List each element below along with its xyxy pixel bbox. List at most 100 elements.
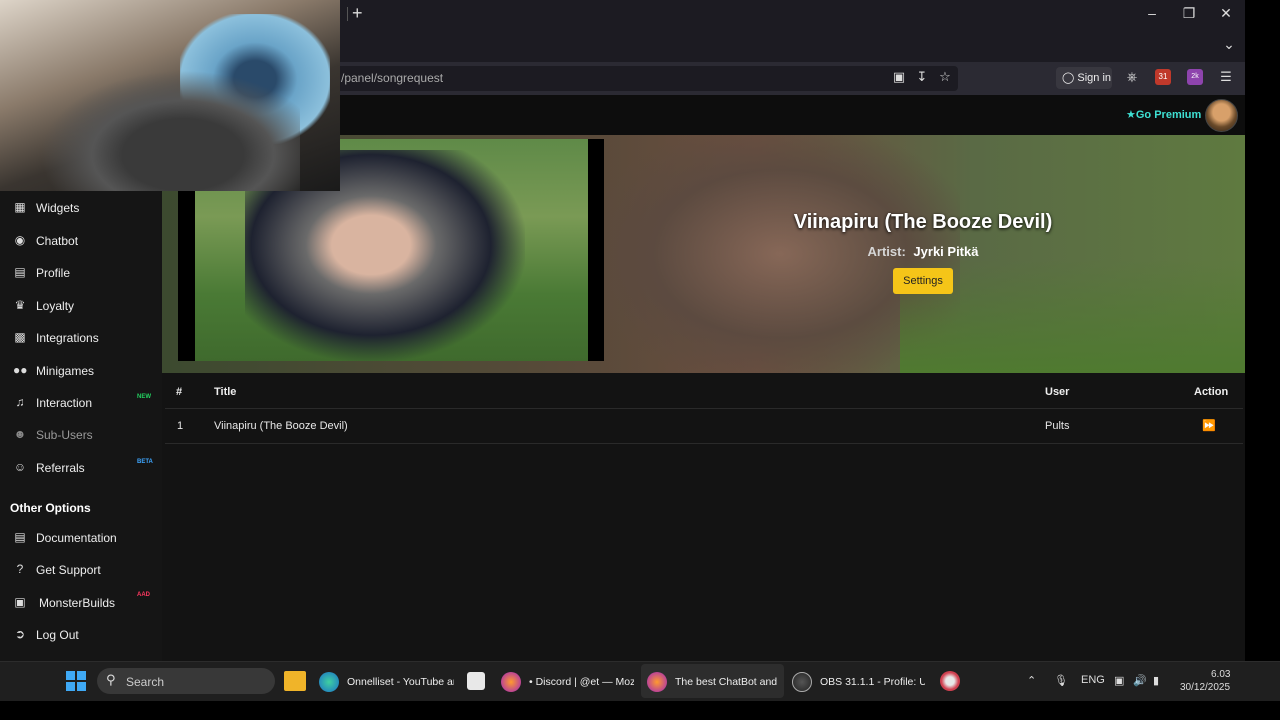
microsoft-store-icon[interactable]: [467, 672, 485, 690]
taskbar-app-edge[interactable]: Onnelliset - YouTube an: [319, 668, 454, 696]
speaker-icon[interactable]: 🔊: [1133, 674, 1147, 687]
windows-start-icon[interactable]: [66, 671, 86, 691]
microphone-icon[interactable]: 🎙: [1054, 674, 1068, 687]
chevron-up-icon[interactable]: ⌃: [1027, 674, 1036, 687]
taskbar-search-box[interactable]: [97, 668, 275, 694]
artist-line: Artist: Jyrki Pitkä: [700, 244, 1146, 259]
go-premium-label: Go Premium: [1135, 109, 1202, 121]
sidebar-item-label: Minigames: [36, 364, 95, 378]
sidebar-item-loyalty[interactable]: ♛ Loyalty: [0, 291, 162, 321]
sidebar-item-label: Loyalty: [36, 299, 75, 313]
taskbar-app-title: • Discord | @et — Mozil: [529, 676, 634, 688]
settings-button[interactable]: Settings: [893, 268, 953, 294]
other-options-heading: Other Options: [10, 501, 91, 515]
new-badge: NEW: [137, 394, 151, 400]
sidebar-item-label: Interaction: [36, 396, 93, 410]
pinned-app-icon[interactable]: [940, 671, 960, 691]
sidebar-item-profile[interactable]: ▤ Profile: [0, 258, 162, 288]
aad-badge: AAD: [137, 592, 150, 598]
sidebar-item-minigames[interactable]: ●● Minigames: [0, 356, 162, 386]
tab-separator: [347, 7, 348, 21]
taskbar-app-title: Onnelliset - YouTube an: [347, 676, 454, 688]
gamepad-icon: ●●: [13, 363, 28, 377]
network-icon[interactable]: ▣: [1114, 674, 1124, 687]
close-icon[interactable]: ✕: [1216, 4, 1236, 22]
download-icon[interactable]: ↧: [914, 69, 930, 85]
sidebar-item-widgets[interactable]: ▦ Widgets: [0, 193, 162, 223]
file-explorer-icon[interactable]: [284, 671, 306, 691]
beta-badge: BETA: [137, 459, 153, 465]
firefox-icon: [647, 672, 667, 692]
language-indicator[interactable]: ENG: [1081, 674, 1105, 686]
column-header-number: #: [176, 386, 183, 398]
avatar[interactable]: [1205, 99, 1238, 132]
url-text[interactable]: /panel/songrequest: [341, 71, 443, 85]
sidebar-item-referrals[interactable]: ☺ Referrals BETA: [0, 453, 162, 483]
column-header-action: Action: [1194, 386, 1229, 398]
taskbar-app-firefox-discord[interactable]: • Discord | @et — Mozil: [501, 668, 636, 696]
table-row: 1 Viinapiru (The Booze Devil) Pults: [165, 409, 1243, 443]
skip-forward-icon[interactable]: ⏩: [1202, 419, 1216, 433]
trophy-icon: ♛: [14, 298, 26, 312]
notification-extension-icon[interactable]: 31: [1155, 69, 1171, 85]
sidebar-item-get-support[interactable]: ? Get Support: [0, 555, 162, 585]
menu-icon[interactable]: ☰: [1218, 69, 1234, 85]
webcam-person: [40, 70, 300, 191]
extension-badge: 2k: [1191, 73, 1199, 80]
artist-label: Artist:: [867, 244, 906, 259]
table-row-divider: [165, 443, 1243, 444]
sidebar-item-label: Profile: [36, 266, 71, 280]
question-icon: ?: [16, 562, 24, 576]
obs-icon: [792, 672, 812, 692]
row-title: Viinapiru (The Booze Devil): [214, 420, 348, 432]
sidebar-item-label: Integrations: [36, 331, 99, 345]
sidebar-item-label: MonsterBuilds: [39, 596, 116, 610]
notification-count: 31: [1158, 72, 1168, 81]
edge-icon: [319, 672, 339, 692]
sidebar-item-chatbot[interactable]: ◉ Chatbot: [0, 226, 162, 256]
taskbar-app-obs[interactable]: OBS 31.1.1 - Profile: Unti: [792, 668, 927, 696]
sidebar-item-label: Chatbot: [36, 234, 79, 248]
sidebar-item-monsterbuilds[interactable]: ▣ MonsterBuilds AAD: [0, 588, 162, 618]
picture-in-picture-icon[interactable]: ▣: [891, 69, 907, 85]
row-user: Pults: [1045, 420, 1070, 432]
scroll-icon: ▤: [14, 530, 26, 544]
taskbar-app-firefox-chatbot[interactable]: The best ChatBot and W: [647, 668, 782, 696]
taskbar-app-title: The best ChatBot and W: [675, 676, 780, 688]
sign-in-button[interactable]: ◯ Sign in: [1056, 67, 1112, 89]
sidebar-item-label: Referrals: [36, 461, 85, 475]
sidebar-item-documentation[interactable]: ▤ Documentation: [0, 523, 162, 553]
screen-border: [0, 701, 1280, 720]
plug-icon: ▩: [14, 330, 26, 344]
sidebar-item-label: Widgets: [36, 201, 80, 215]
sidebar-item-integrations[interactable]: ▩ Integrations: [0, 323, 162, 353]
extensions-icon[interactable]: ⎈: [1124, 69, 1140, 85]
column-header-user: User: [1045, 386, 1070, 398]
chevron-down-icon[interactable]: ⌄: [1219, 35, 1239, 53]
extension-badge-icon[interactable]: 2k: [1187, 69, 1203, 85]
sidebar-item-label: Documentation: [36, 531, 117, 545]
sidebar-item-label: Log Out: [36, 628, 79, 642]
clock-time[interactable]: 6.03: [1211, 669, 1230, 680]
new-tab-icon[interactable]: +: [352, 4, 370, 22]
star-icon: ★: [1126, 109, 1136, 121]
sidebar-item-label: Sub-Users: [36, 428, 93, 442]
bookmark-star-icon[interactable]: ☆: [937, 69, 953, 85]
laptop-icon: ▣: [14, 595, 26, 609]
minimize-icon[interactable]: –: [1142, 4, 1162, 22]
taskbar-app-title: OBS 31.1.1 - Profile: Unti: [820, 676, 925, 688]
sidebar-item-interaction[interactable]: ♫ Interaction NEW: [0, 388, 162, 418]
logout-icon: ➲: [14, 627, 26, 641]
row-number: 1: [177, 420, 184, 432]
sidebar-item-sub-users[interactable]: ☻ Sub-Users: [0, 420, 162, 450]
music-note-icon: ♫: [15, 395, 25, 409]
users-icon: ☻: [13, 427, 27, 441]
widgets-icon: ▦: [14, 200, 26, 214]
battery-icon[interactable]: ▮: [1153, 674, 1159, 687]
sidebar-item-log-out[interactable]: ➲ Log Out: [0, 620, 162, 650]
restore-icon[interactable]: ❐: [1179, 4, 1199, 22]
go-premium-link[interactable]: ★Go Premium: [1126, 108, 1201, 121]
search-icon: ⚲: [106, 672, 116, 687]
clock-date[interactable]: 30/12/2025: [1180, 682, 1230, 693]
sign-in-label: Sign in: [1077, 72, 1112, 84]
